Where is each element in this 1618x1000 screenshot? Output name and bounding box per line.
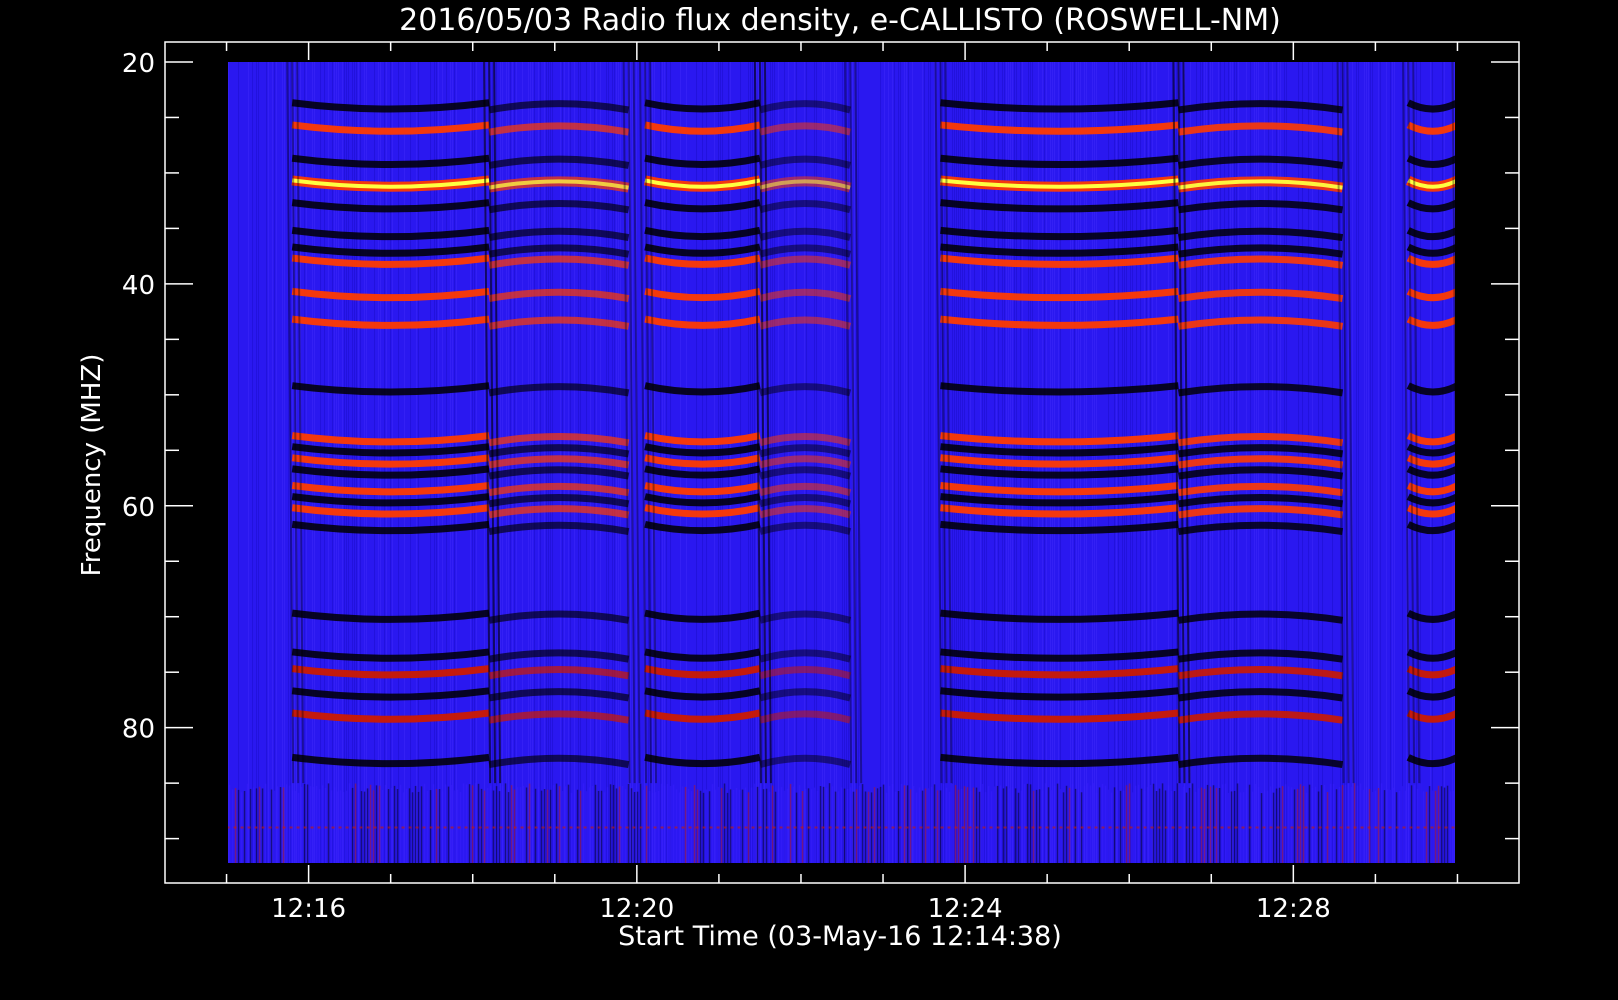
x-axis-label: Start Time (03-May-16 12:14:38) <box>618 921 1062 952</box>
y-tick-label: 80 <box>122 715 155 745</box>
y-axis-label: Frequency (MHZ) <box>77 354 107 577</box>
spectrogram-chart: 12:16 12:20 12:24 12:28 20 40 60 80 2016/05/03 … <box>0 0 1618 1000</box>
spectrogram-image <box>228 62 1455 863</box>
x-tick-label: 12:28 <box>1256 894 1331 924</box>
x-tick-label: 12:16 <box>271 894 346 924</box>
chart-title: 2016/05/03 Radio flux density, e-CALLIST… <box>399 3 1281 38</box>
x-tick-label: 12:24 <box>928 894 1003 924</box>
y-tick-label: 40 <box>122 271 155 301</box>
x-tick-label: 12:20 <box>599 894 674 924</box>
y-tick-label: 60 <box>122 493 155 523</box>
y-tick-label: 20 <box>122 49 155 79</box>
